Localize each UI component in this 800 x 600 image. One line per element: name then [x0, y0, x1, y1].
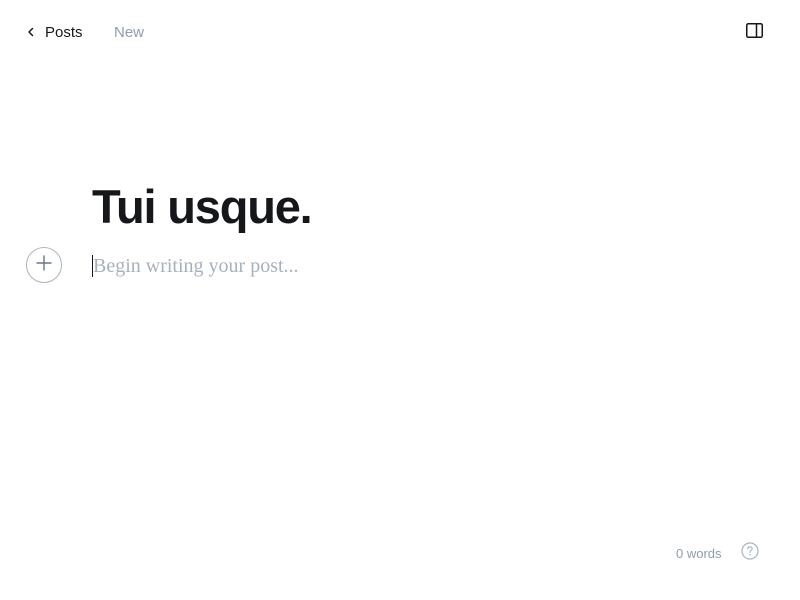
editor-header: Posts New: [0, 0, 800, 64]
chevron-left-icon: [27, 22, 39, 42]
back-link-label: Posts: [45, 23, 83, 41]
help-button[interactable]: [741, 541, 759, 565]
post-status: New: [114, 23, 145, 41]
back-to-posts-link[interactable]: Posts: [27, 22, 83, 42]
sidebar-toggle-icon: [745, 23, 763, 43]
post-title[interactable]: Tui usque.: [92, 176, 712, 238]
add-card-button[interactable]: [26, 247, 62, 283]
question-mark-icon: [741, 541, 759, 565]
post-body-editor[interactable]: Begin writing your post...: [92, 252, 712, 280]
post-editor: Posts New Tui usque. Begin writing your …: [0, 0, 800, 600]
word-count: 0 words: [676, 545, 722, 561]
body-placeholder: Begin writing your post...: [93, 254, 299, 277]
plus-icon: [35, 254, 53, 277]
sidebar-toggle-button[interactable]: [744, 23, 764, 43]
